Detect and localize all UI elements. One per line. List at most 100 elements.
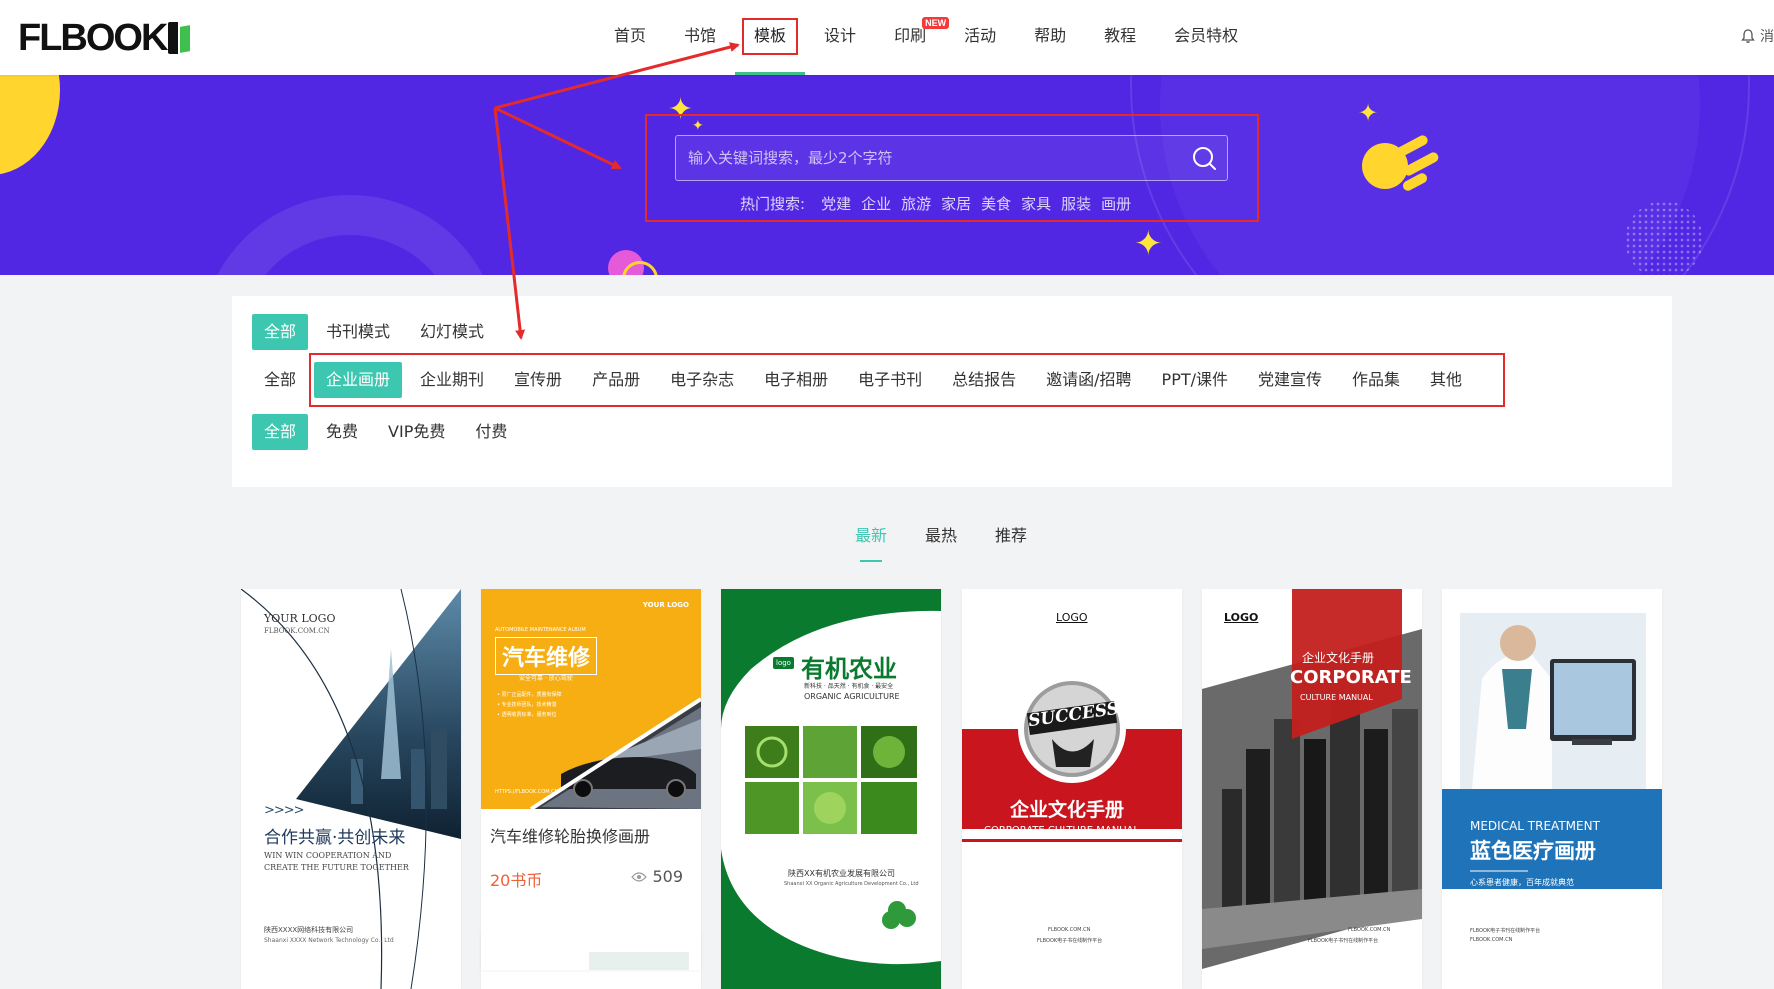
sort-tab[interactable]: 最新	[855, 522, 887, 562]
cover-logo-text: YOUR LOGO	[264, 612, 336, 625]
top-header: FLBOOK 首页 书馆 模板 设计 印刷 NEW 活动 帮助 教程 会员特权 消	[0, 0, 1774, 75]
nav-item-2[interactable]: 模板	[735, 0, 806, 75]
cover-title: 合作共赢·共创未来	[264, 828, 406, 848]
hot-search-link[interactable]: 家具	[1021, 193, 1051, 214]
message-link[interactable]: 消	[1760, 26, 1774, 46]
sort-tab[interactable]: 推荐	[995, 522, 1027, 556]
hot-search-label: 热门搜索:	[740, 195, 806, 213]
cover-english-title: ORGANIC AGRICULTURE	[804, 692, 900, 701]
cover-photo-grid	[745, 726, 917, 834]
cover-logo-tag: logo	[773, 657, 794, 669]
cover-chevrons: >>>>	[264, 803, 305, 818]
nav-item-5[interactable]: 活动	[945, 0, 1015, 75]
search-icon[interactable]	[1191, 145, 1217, 171]
hot-search-link[interactable]: 旅游	[901, 193, 931, 214]
decor-ring	[200, 195, 500, 275]
hot-search-link[interactable]: 家居	[941, 193, 971, 214]
cover-site-text: FLBOOK.COM.CN	[1470, 937, 1513, 943]
nav-item-0[interactable]: 首页	[595, 0, 665, 75]
header-right: 消	[1740, 26, 1774, 46]
hot-search-link[interactable]: 美食	[981, 193, 1011, 214]
cover-title: 企业文化手册	[1010, 799, 1125, 821]
cover-slogan: 心系患者健康，百年成就典范	[1470, 878, 1574, 887]
site-logo[interactable]: FLBOOK	[18, 18, 194, 58]
filter-chip-price[interactable]: 免费	[314, 414, 370, 450]
template-cover[interactable]: MEDICAL TREATMENT 蓝色医疗画册 心系患者健康，百年成就典范 F…	[1442, 589, 1662, 989]
nav-item-label: 帮助	[1034, 26, 1067, 45]
filter-chip-category[interactable]: 全部	[252, 362, 308, 398]
card-price: 20书币	[490, 871, 543, 890]
cover-title: 有机农业	[801, 655, 897, 683]
template-card[interactable]: logo 有机农业 新科技 · 品天然 · 有机食 · 最安全 ORGANIC …	[721, 589, 941, 989]
cover-english-title: MEDICAL TREATMENT	[1470, 819, 1600, 833]
template-card[interactable]: LOGO 企业文化手册 CORPORATE CULTURE MANUAL FLB…	[1202, 589, 1422, 989]
filter-chip-price[interactable]: 付费	[463, 414, 519, 450]
nav-item-label: 教程	[1104, 26, 1137, 45]
card-title[interactable]: 汽车维修轮胎换修画册	[490, 823, 650, 847]
nav-item-4[interactable]: 印刷 NEW	[875, 0, 950, 75]
cover-art	[529, 697, 701, 809]
hot-search-link[interactable]: 党建	[821, 193, 851, 214]
card-view-count: 509	[652, 867, 683, 886]
cover-title: 汽车维修	[495, 637, 598, 675]
cover-site-text: FLBOOK.COM.CN	[1348, 927, 1391, 933]
template-cover[interactable]: LOGO 企业文化手册 CORPORATE CULTURE MANUAL FLB…	[1202, 589, 1422, 989]
hot-search-link[interactable]: 企业	[861, 193, 891, 214]
cover-company: 陕西XX有机农业发展有限公司	[788, 869, 895, 878]
cover-bullet: • 专业技师团队，技术精湛	[497, 702, 557, 708]
template-card[interactable]: YOUR LOGO AUTOMOBILE MAINTENANCE ALBUM 汽…	[481, 589, 701, 989]
cover-logo-text: LOGO	[1224, 611, 1259, 624]
sort-tab[interactable]: 最热	[925, 522, 957, 556]
template-cover[interactable]: LOGO SUCCESS 企业文化手册 CORPORATE CULTURE MA…	[962, 589, 1182, 989]
nav-item-label: 设计	[824, 26, 857, 45]
filter-row-mode: 全部 书刊模式 幻灯模式	[252, 314, 502, 350]
cover-title-en: CORPORATE	[1290, 667, 1412, 688]
hot-search-link[interactable]: 服装	[1061, 193, 1091, 214]
cover-logo-text: LOGO	[1056, 611, 1088, 624]
cover-footer: 陕西XXXX网络科技有限公司	[264, 926, 354, 934]
cover-bullet: • 原厂正品配件，质量有保障	[497, 692, 562, 698]
cover-company-en: Shaanxi XX Organic Agriculture Developme…	[784, 881, 919, 887]
filter-chip-mode[interactable]: 全部	[252, 314, 309, 350]
template-card[interactable]	[481, 930, 701, 970]
cover-url: HTTPS://FLBOOK.COM.CN	[495, 789, 559, 795]
filter-chip-mode[interactable]: 幻灯模式	[408, 314, 496, 350]
template-cover[interactable]: YOUR LOGO AUTOMOBILE MAINTENANCE ALBUM 汽…	[481, 589, 701, 809]
cover-footer: Shaanxi XXXX Network Technology Co., Ltd	[264, 937, 394, 944]
nav-item-3[interactable]: 设计	[805, 0, 875, 75]
cover-footer: FLBOOK电子书在线制作平台	[1037, 938, 1103, 944]
cover-english-title: CORPORATE CULTURE MANUAL	[984, 825, 1139, 836]
decor-yellow-blob	[0, 75, 60, 175]
cover-footer: FLBOOK电子书刊在线制作平台	[1470, 928, 1541, 934]
filter-chip-price[interactable]: 全部	[252, 414, 309, 450]
cover-site-text: FLBOOK.COM.CN	[1048, 927, 1091, 933]
cover-logo-text: YOUR LOGO	[642, 601, 689, 609]
template-cover[interactable]: YOUR LOGO FLBOOK.COM.CN >>>> 合作共赢·共创未来 W…	[241, 589, 461, 989]
cover-site-text: FLBOOK.COM.CN	[264, 627, 330, 635]
nav-item-6[interactable]: 帮助	[1015, 0, 1085, 75]
cover-bullet: • 透明收费标准，服务到位	[497, 712, 557, 718]
template-card[interactable]: MEDICAL TREATMENT 蓝色医疗画册 心系患者健康，百年成就典范 F…	[1442, 589, 1662, 989]
nav-item-label: 首页	[614, 26, 647, 45]
nav-item-7[interactable]: 教程	[1085, 0, 1155, 75]
bell-icon[interactable]	[1740, 28, 1756, 44]
cover-subtitle: CULTURE MANUAL	[1300, 693, 1373, 702]
cover-subtitle: CREATE THE FUTURE TOGETHER	[264, 863, 409, 872]
filter-panel: 全部 书刊模式 幻灯模式 全部 企业画册 企业期刊 宣传册 产品册 电子杂志 电子相册 电子书刊总…	[232, 296, 1672, 487]
template-cover[interactable]: logo 有机农业 新科技 · 品天然 · 有机食 · 最安全 ORGANIC …	[721, 589, 941, 989]
nav-item-1[interactable]: 书馆	[665, 0, 735, 75]
logo-text: FLBOOK	[18, 17, 168, 59]
nav-item-8[interactable]: 会员特权	[1155, 0, 1257, 75]
cover-art	[589, 952, 689, 970]
filter-chip-price[interactable]: VIP免费	[376, 414, 457, 450]
hot-search-link[interactable]: 画册	[1101, 193, 1131, 214]
main-nav: 首页 书馆 模板 设计 印刷 NEW 活动 帮助 教程 会员特权	[595, 0, 1257, 75]
template-card[interactable]: LOGO SUCCESS 企业文化手册 CORPORATE CULTURE MA…	[962, 589, 1182, 989]
search-input[interactable]	[676, 136, 1200, 180]
card-views: 509	[631, 867, 683, 886]
nav-item-label: 会员特权	[1174, 26, 1239, 45]
logo-mark-icon	[168, 22, 194, 54]
filter-chip-mode[interactable]: 书刊模式	[314, 314, 402, 350]
template-card[interactable]: YOUR LOGO FLBOOK.COM.CN >>>> 合作共赢·共创未来 W…	[241, 589, 461, 989]
cover-subtitle: WIN WIN COOPERATION AND	[264, 851, 392, 860]
